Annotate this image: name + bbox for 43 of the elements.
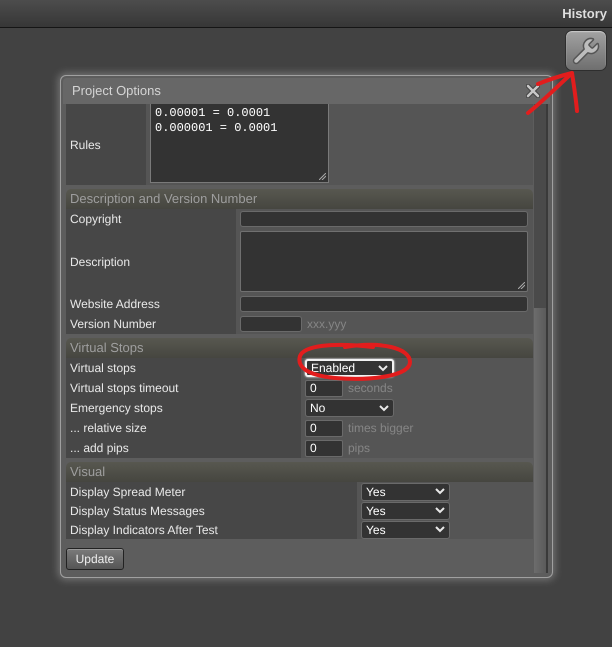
wrench-icon xyxy=(571,36,601,66)
field-label: Virtual stops xyxy=(66,358,301,378)
chevron-down-icon xyxy=(435,526,445,533)
dropdown[interactable]: No xyxy=(305,399,394,417)
resize-grip-icon xyxy=(518,282,526,289)
field-label: Version Number xyxy=(66,314,236,334)
text-input[interactable] xyxy=(240,296,528,312)
field-label: Display Status Messages xyxy=(66,501,357,520)
settings-button[interactable] xyxy=(565,30,607,71)
history-tab[interactable]: History xyxy=(562,4,607,24)
update-button[interactable]: Update xyxy=(66,548,124,570)
chevron-down-icon xyxy=(379,404,389,412)
chevron-down-icon xyxy=(435,507,445,514)
text-input[interactable] xyxy=(240,211,528,227)
number-input[interactable]: 0 xyxy=(305,440,343,456)
close-icon xyxy=(526,84,540,98)
field-label: Display Indicators After Test xyxy=(66,520,357,539)
text-input[interactable] xyxy=(240,316,302,332)
field-label: Description xyxy=(66,229,236,294)
field-label: Website Address xyxy=(66,294,236,314)
dropdown[interactable]: Enabled xyxy=(305,359,394,377)
number-input[interactable]: 0 xyxy=(305,380,343,396)
field-label: Display Spread Meter xyxy=(66,482,357,501)
field-label: Copyright xyxy=(66,209,236,229)
field-label: ... add pips xyxy=(66,438,301,458)
chevron-down-icon xyxy=(435,488,445,495)
scrollbar-thumb[interactable] xyxy=(534,308,546,573)
dropdown[interactable]: Yes xyxy=(361,520,450,538)
field-label: Virtual stops timeout xyxy=(66,378,301,398)
section-header: Visual xyxy=(66,462,534,482)
section-header: Description and Version Number xyxy=(66,189,534,209)
dropdown[interactable]: Yes xyxy=(361,482,450,500)
close-button[interactable] xyxy=(526,84,540,98)
dialog-title: Project Options xyxy=(72,82,161,100)
chevron-down-icon xyxy=(378,364,388,372)
field-label: Emergency stops xyxy=(66,398,301,418)
dropdown[interactable]: Yes xyxy=(361,502,450,520)
number-input[interactable]: 0 xyxy=(305,420,343,436)
rules-textarea[interactable]: 0.00001 = 0.0001 0.000001 = 0.0001 xyxy=(150,104,329,183)
section-header: Virtual Stops xyxy=(66,338,534,358)
resize-grip-icon xyxy=(319,173,326,180)
field-label: ... relative size xyxy=(66,418,301,438)
field-label: Rules xyxy=(66,104,146,185)
